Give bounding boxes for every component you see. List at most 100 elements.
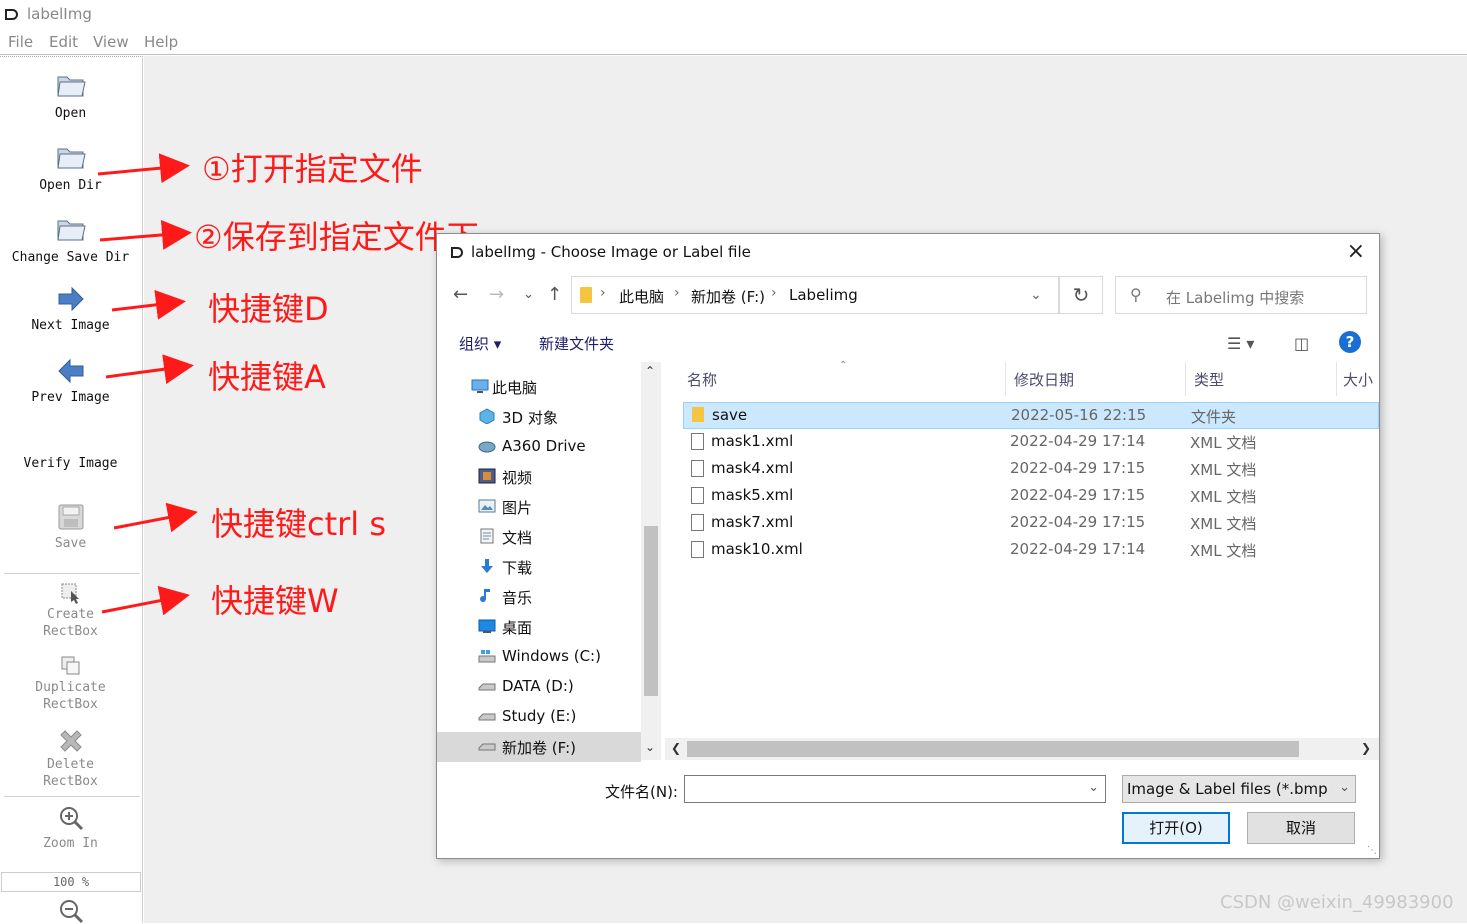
nav-item-a360-drive[interactable]: A360 Drive — [437, 432, 641, 462]
file-list-hscrollbar[interactable]: ❮ ❯ — [665, 738, 1379, 760]
nav-scrollbar[interactable]: ⌃ ⌄ — [641, 362, 661, 760]
nav-item-desktop[interactable]: 桌面 — [437, 612, 641, 642]
file-row[interactable]: mask1.xml 2022-04-29 17:14 XML 文档 — [683, 429, 1379, 456]
filetype-select[interactable]: Image & Label files (*.bmp *. ⌄ — [1122, 775, 1356, 803]
pictures-icon — [478, 499, 496, 513]
scroll-down-icon[interactable]: ⌄ — [645, 740, 655, 754]
column-header-name[interactable]: 名称 ⌃ — [665, 360, 1006, 396]
nav-label: 桌面 — [502, 619, 533, 637]
scroll-right-icon[interactable]: ❯ — [1361, 741, 1371, 755]
close-icon[interactable]: × — [1347, 239, 1365, 264]
annotation-create-rectbox: 快捷键W — [211, 582, 339, 620]
chevron-right-icon: › — [771, 285, 777, 301]
nav-item-documents[interactable]: 文档 — [437, 522, 641, 552]
cancel-button[interactable]: 取消 — [1247, 812, 1355, 844]
search-input[interactable]: ⚲ 在 Labelimg 中搜索 — [1115, 276, 1367, 314]
nav-label: 新加卷 (F:) — [502, 739, 576, 757]
nav-label: 文档 — [502, 529, 533, 547]
help-icon[interactable]: ? — [1339, 331, 1361, 353]
drive-icon — [478, 683, 496, 691]
scroll-up-icon[interactable]: ⌃ — [645, 364, 655, 378]
music-icon — [480, 589, 490, 603]
arrow-create-rectbox — [101, 585, 190, 616]
cube-icon — [479, 408, 495, 424]
scroll-left-icon[interactable]: ❮ — [671, 741, 681, 755]
nav-item-drive-d[interactable]: DATA (D:) — [437, 672, 641, 702]
file-icon — [691, 514, 704, 531]
open-file-button[interactable]: 打开(O) — [1122, 812, 1230, 844]
chevron-down-icon[interactable]: ⌄ — [1088, 780, 1099, 795]
file-date: 2022-04-29 17:15 — [1010, 513, 1146, 531]
organize-button[interactable]: 组织 ▾ — [459, 333, 501, 354]
nav-item-videos[interactable]: 视频 — [437, 462, 641, 492]
drive-icon — [478, 743, 496, 751]
file-date: 2022-04-29 17:14 — [1010, 540, 1146, 558]
file-list: 名称 ⌃ 修改日期 类型 大小 save 2022-05-16 22:15 文件夹… — [665, 360, 1379, 734]
column-header-date[interactable]: 修改日期 — [1006, 362, 1186, 396]
back-arrow-icon[interactable]: ← — [453, 284, 468, 305]
nav-label: Windows (C:) — [502, 647, 601, 665]
drive-icon — [478, 650, 496, 663]
sort-indicator-icon: ⌃ — [839, 360, 848, 371]
file-icon — [691, 541, 704, 558]
nav-item-pictures[interactable]: 图片 — [437, 492, 641, 522]
new-folder-button[interactable]: 新建文件夹 — [539, 333, 614, 354]
file-type: XML 文档 — [1190, 515, 1257, 533]
recent-dropdown-icon[interactable]: ⌄ — [523, 287, 534, 302]
column-header-size[interactable]: 大小 — [1337, 362, 1379, 396]
filename-input[interactable]: ⌄ — [684, 775, 1106, 803]
file-icon — [691, 487, 704, 504]
download-icon — [481, 559, 493, 573]
nav-item-downloads[interactable]: 下载 — [437, 552, 641, 582]
column-header-type[interactable]: 类型 — [1186, 362, 1337, 396]
breadcrumb-this-pc[interactable]: 此电脑 — [619, 286, 664, 307]
up-arrow-icon[interactable]: ↑ — [547, 284, 562, 305]
file-icon — [691, 460, 704, 477]
drive-icon — [478, 713, 496, 721]
nav-item-music[interactable]: 音乐 — [437, 582, 641, 612]
documents-icon — [480, 528, 494, 544]
file-row[interactable]: mask4.xml 2022-04-29 17:15 XML 文档 — [683, 456, 1379, 483]
file-row[interactable]: save 2022-05-16 22:15 文件夹 — [683, 402, 1379, 429]
arrow-prev-image — [105, 354, 194, 385]
scroll-thumb[interactable] — [644, 526, 658, 696]
nav-label: 下载 — [502, 559, 533, 577]
breadcrumb-labelimg[interactable]: Labelimg — [789, 286, 858, 304]
file-name: save — [712, 406, 748, 424]
nav-label: 此电脑 — [492, 379, 538, 397]
breadcrumb-drive-f[interactable]: 新加卷 (F:) — [691, 286, 765, 307]
file-name: mask5.xml — [711, 486, 794, 504]
folder-icon — [692, 407, 704, 422]
nav-label: 3D 对象 — [502, 409, 558, 427]
arrow-next-image — [111, 289, 186, 320]
annotation-save: 快捷键ctrl s — [211, 505, 387, 543]
dialog-app-icon — [451, 247, 463, 258]
file-type: XML 文档 — [1190, 461, 1257, 479]
resize-grip-icon[interactable]: ⋱ — [1367, 845, 1377, 856]
nav-label: 视频 — [502, 469, 533, 487]
file-name: mask7.xml — [711, 513, 794, 531]
nav-item-drive-c[interactable]: Windows (C:) — [437, 642, 641, 672]
file-row[interactable]: mask10.xml 2022-04-29 17:14 XML 文档 — [683, 537, 1379, 564]
nav-label: DATA (D:) — [502, 677, 574, 695]
nav-item-3d-objects[interactable]: 3D 对象 — [437, 402, 641, 432]
file-type: 文件夹 — [1191, 408, 1237, 426]
address-bar[interactable]: › 此电脑 › 新加卷 (F:) › Labelimg ⌄ — [571, 276, 1059, 314]
view-options-icon[interactable]: ☰ ▾ — [1227, 334, 1254, 353]
refresh-icon[interactable]: ↻ — [1059, 276, 1103, 314]
file-name: mask4.xml — [711, 459, 794, 477]
file-name: mask10.xml — [711, 540, 803, 558]
file-row[interactable]: mask5.xml 2022-04-29 17:15 XML 文档 — [683, 483, 1379, 510]
scroll-thumb[interactable] — [687, 741, 1299, 757]
file-date: 2022-05-16 22:15 — [1011, 406, 1147, 424]
filename-label: 文件名(N): — [605, 783, 678, 801]
nav-item-drive-f[interactable]: 新加卷 (F:) — [437, 732, 641, 762]
nav-item-drive-e[interactable]: Study (E:) — [437, 702, 641, 732]
chevron-down-icon[interactable]: ⌄ — [1030, 287, 1042, 303]
column-label: 大小 — [1343, 371, 1374, 389]
preview-pane-icon[interactable]: ◫ — [1294, 334, 1309, 353]
file-row[interactable]: mask7.xml 2022-04-29 17:15 XML 文档 — [683, 510, 1379, 537]
file-date: 2022-04-29 17:15 — [1010, 486, 1146, 504]
nav-item-this-pc[interactable]: 此电脑 — [437, 372, 641, 402]
forward-arrow-icon[interactable]: → — [489, 284, 504, 305]
